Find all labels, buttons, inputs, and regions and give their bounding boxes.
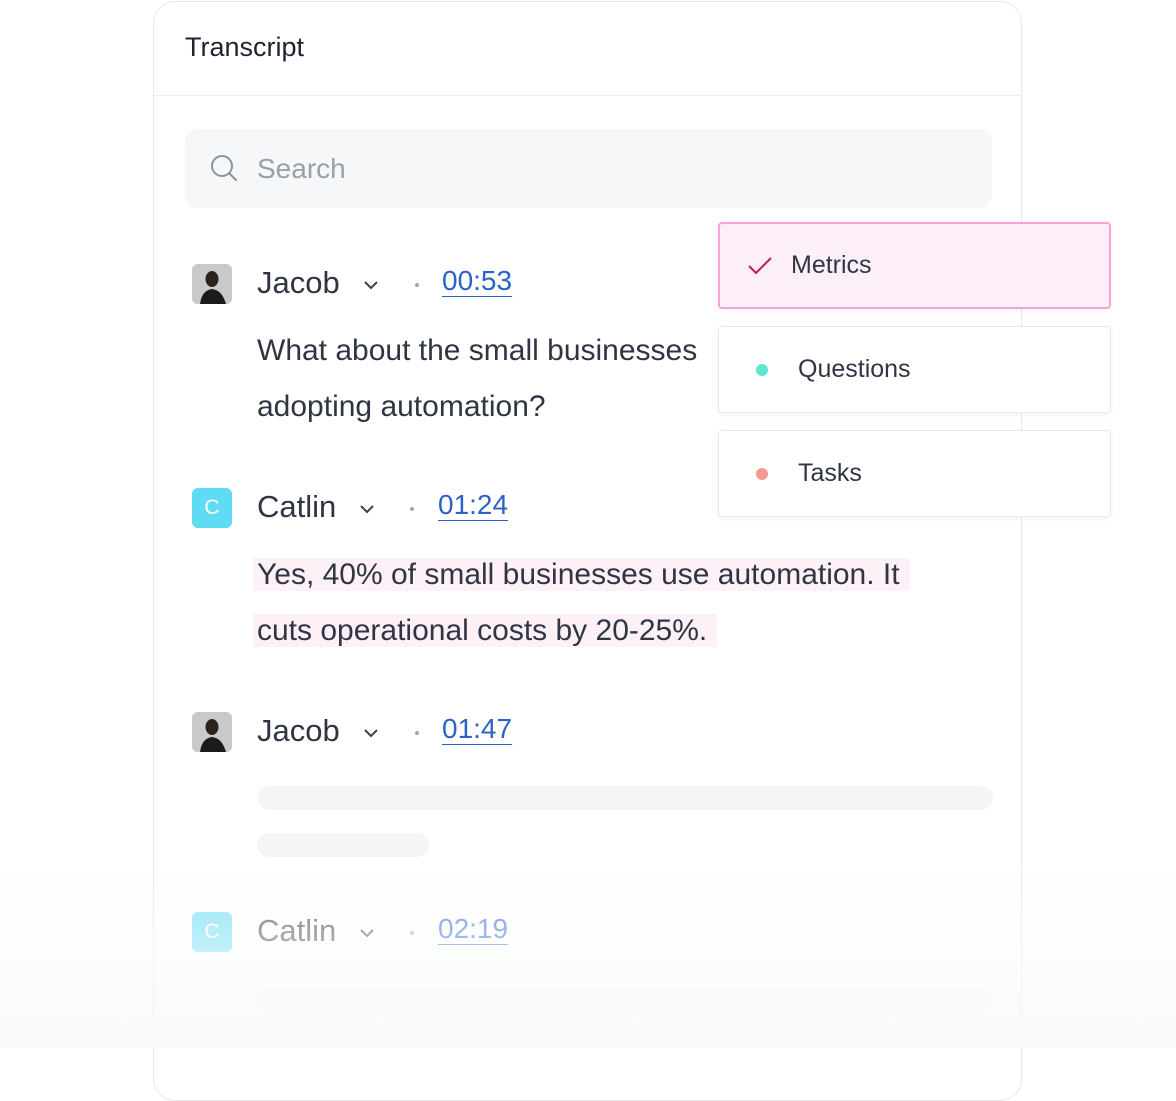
tag-label: Metrics xyxy=(791,251,872,279)
search-bar[interactable] xyxy=(185,129,992,208)
tag-color-dot xyxy=(756,468,768,480)
tag-label: Tasks xyxy=(798,459,862,487)
entry-text-highlighted: Yes, 40% of small businesses use automat… xyxy=(253,547,977,659)
loading-skeleton-line xyxy=(257,833,429,857)
panel-title: Transcript xyxy=(185,32,305,62)
separator-dot xyxy=(415,283,419,287)
tag-option-metrics[interactable]: Metrics xyxy=(718,222,1111,309)
speaker-name[interactable]: Catlin xyxy=(257,913,336,949)
avatar xyxy=(192,712,232,752)
transcript-panel: Transcript Jacob 00:53 Wha xyxy=(153,1,1022,1101)
search-input[interactable] xyxy=(257,129,957,208)
tag-option-tasks[interactable]: Tasks xyxy=(718,430,1111,517)
highlighted-text-line[interactable]: cuts operational costs by 20-25%. xyxy=(253,614,718,647)
avatar: C xyxy=(192,488,232,528)
timestamp-link[interactable]: 01:24 xyxy=(438,489,508,521)
search-icon xyxy=(211,155,237,181)
loading-skeleton-line xyxy=(257,988,993,1012)
separator-dot xyxy=(415,731,419,735)
chevron-down-icon[interactable] xyxy=(362,724,380,742)
check-icon xyxy=(748,257,772,275)
tag-label: Questions xyxy=(798,355,911,383)
chevron-down-icon[interactable] xyxy=(358,924,376,942)
highlighted-text-line[interactable]: Yes, 40% of small businesses use automat… xyxy=(253,558,910,591)
speaker-name[interactable]: Catlin xyxy=(257,489,336,525)
transcript-header: Transcript xyxy=(154,2,1021,96)
loading-skeleton-line xyxy=(257,786,993,810)
chevron-down-icon[interactable] xyxy=(362,276,380,294)
chevron-down-icon[interactable] xyxy=(358,500,376,518)
avatar: C xyxy=(192,912,232,952)
separator-dot xyxy=(410,507,414,511)
separator-dot xyxy=(410,931,414,935)
avatar xyxy=(192,264,232,304)
tag-option-questions[interactable]: Questions xyxy=(718,326,1111,413)
speaker-name[interactable]: Jacob xyxy=(257,713,340,749)
timestamp-link[interactable]: 02:19 xyxy=(438,913,508,945)
timestamp-link[interactable]: 00:53 xyxy=(442,265,512,297)
tag-color-dot xyxy=(756,364,768,376)
timestamp-link[interactable]: 01:47 xyxy=(442,713,512,745)
speaker-name[interactable]: Jacob xyxy=(257,265,340,301)
